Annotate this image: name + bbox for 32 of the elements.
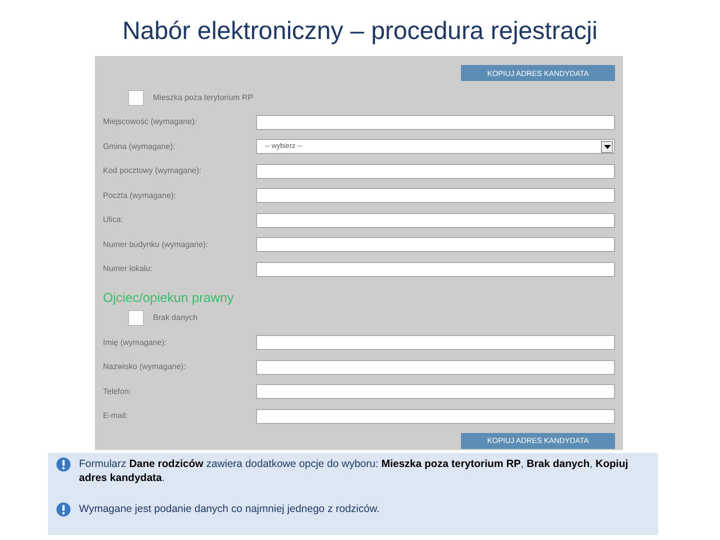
- info-text: Formularz Dane rodziców zawiera dodatkowe opcje do wyboru: Mieszka poza terytorium RP, Brak danych, Kopiuj adres kandydata.: [79, 457, 630, 486]
- field-label: Ulica:: [103, 214, 124, 226]
- slide-title: Nabór elektroniczny – procedura rejestracji: [121, 16, 599, 47]
- input-field[interactable]: [256, 384, 615, 400]
- input-field[interactable]: [256, 262, 615, 277]
- input-field[interactable]: [256, 164, 615, 179]
- input-field[interactable]: [256, 114, 615, 130]
- checkbox[interactable]: [128, 310, 144, 326]
- checkbox-label: Brak danych: [153, 312, 198, 324]
- input-field[interactable]: [256, 360, 615, 375]
- field-label: E-mail:: [103, 410, 129, 422]
- info-icon: [56, 502, 71, 518]
- field-label: Kod pocztowy (wymagane):: [103, 165, 202, 178]
- input-field[interactable]: [256, 188, 615, 204]
- input-field[interactable]: [256, 212, 615, 228]
- checkbox[interactable]: [128, 90, 144, 106]
- field-label: Numer budynku (wymagane):: [103, 238, 209, 251]
- field-label: Miejscowość (wymagane):: [103, 116, 198, 128]
- field-label: Imię (wymagane):: [103, 336, 168, 349]
- field-label: Poczta (wymagane):: [103, 190, 177, 202]
- section-heading: Ojciec/opiekun prawny: [103, 289, 234, 307]
- field-label: Numer lokalu:: [103, 263, 154, 276]
- info-text: Wymagane jest podanie danych co najmniej jednego z rodziców.: [79, 502, 380, 518]
- checkbox-label: Mieszka poza terytorium RP: [153, 92, 254, 104]
- field-label: Nazwisko (wymagane):: [103, 361, 187, 374]
- input-field[interactable]: [256, 237, 615, 252]
- field-label: Gmina (wymagane):: [103, 140, 176, 153]
- info-icon: [56, 457, 71, 472]
- input-field[interactable]: [256, 408, 615, 424]
- field-label: Telefon:: [103, 386, 132, 398]
- input-field[interactable]: [256, 335, 615, 350]
- dropdown-arrow-icon: [604, 144, 610, 149]
